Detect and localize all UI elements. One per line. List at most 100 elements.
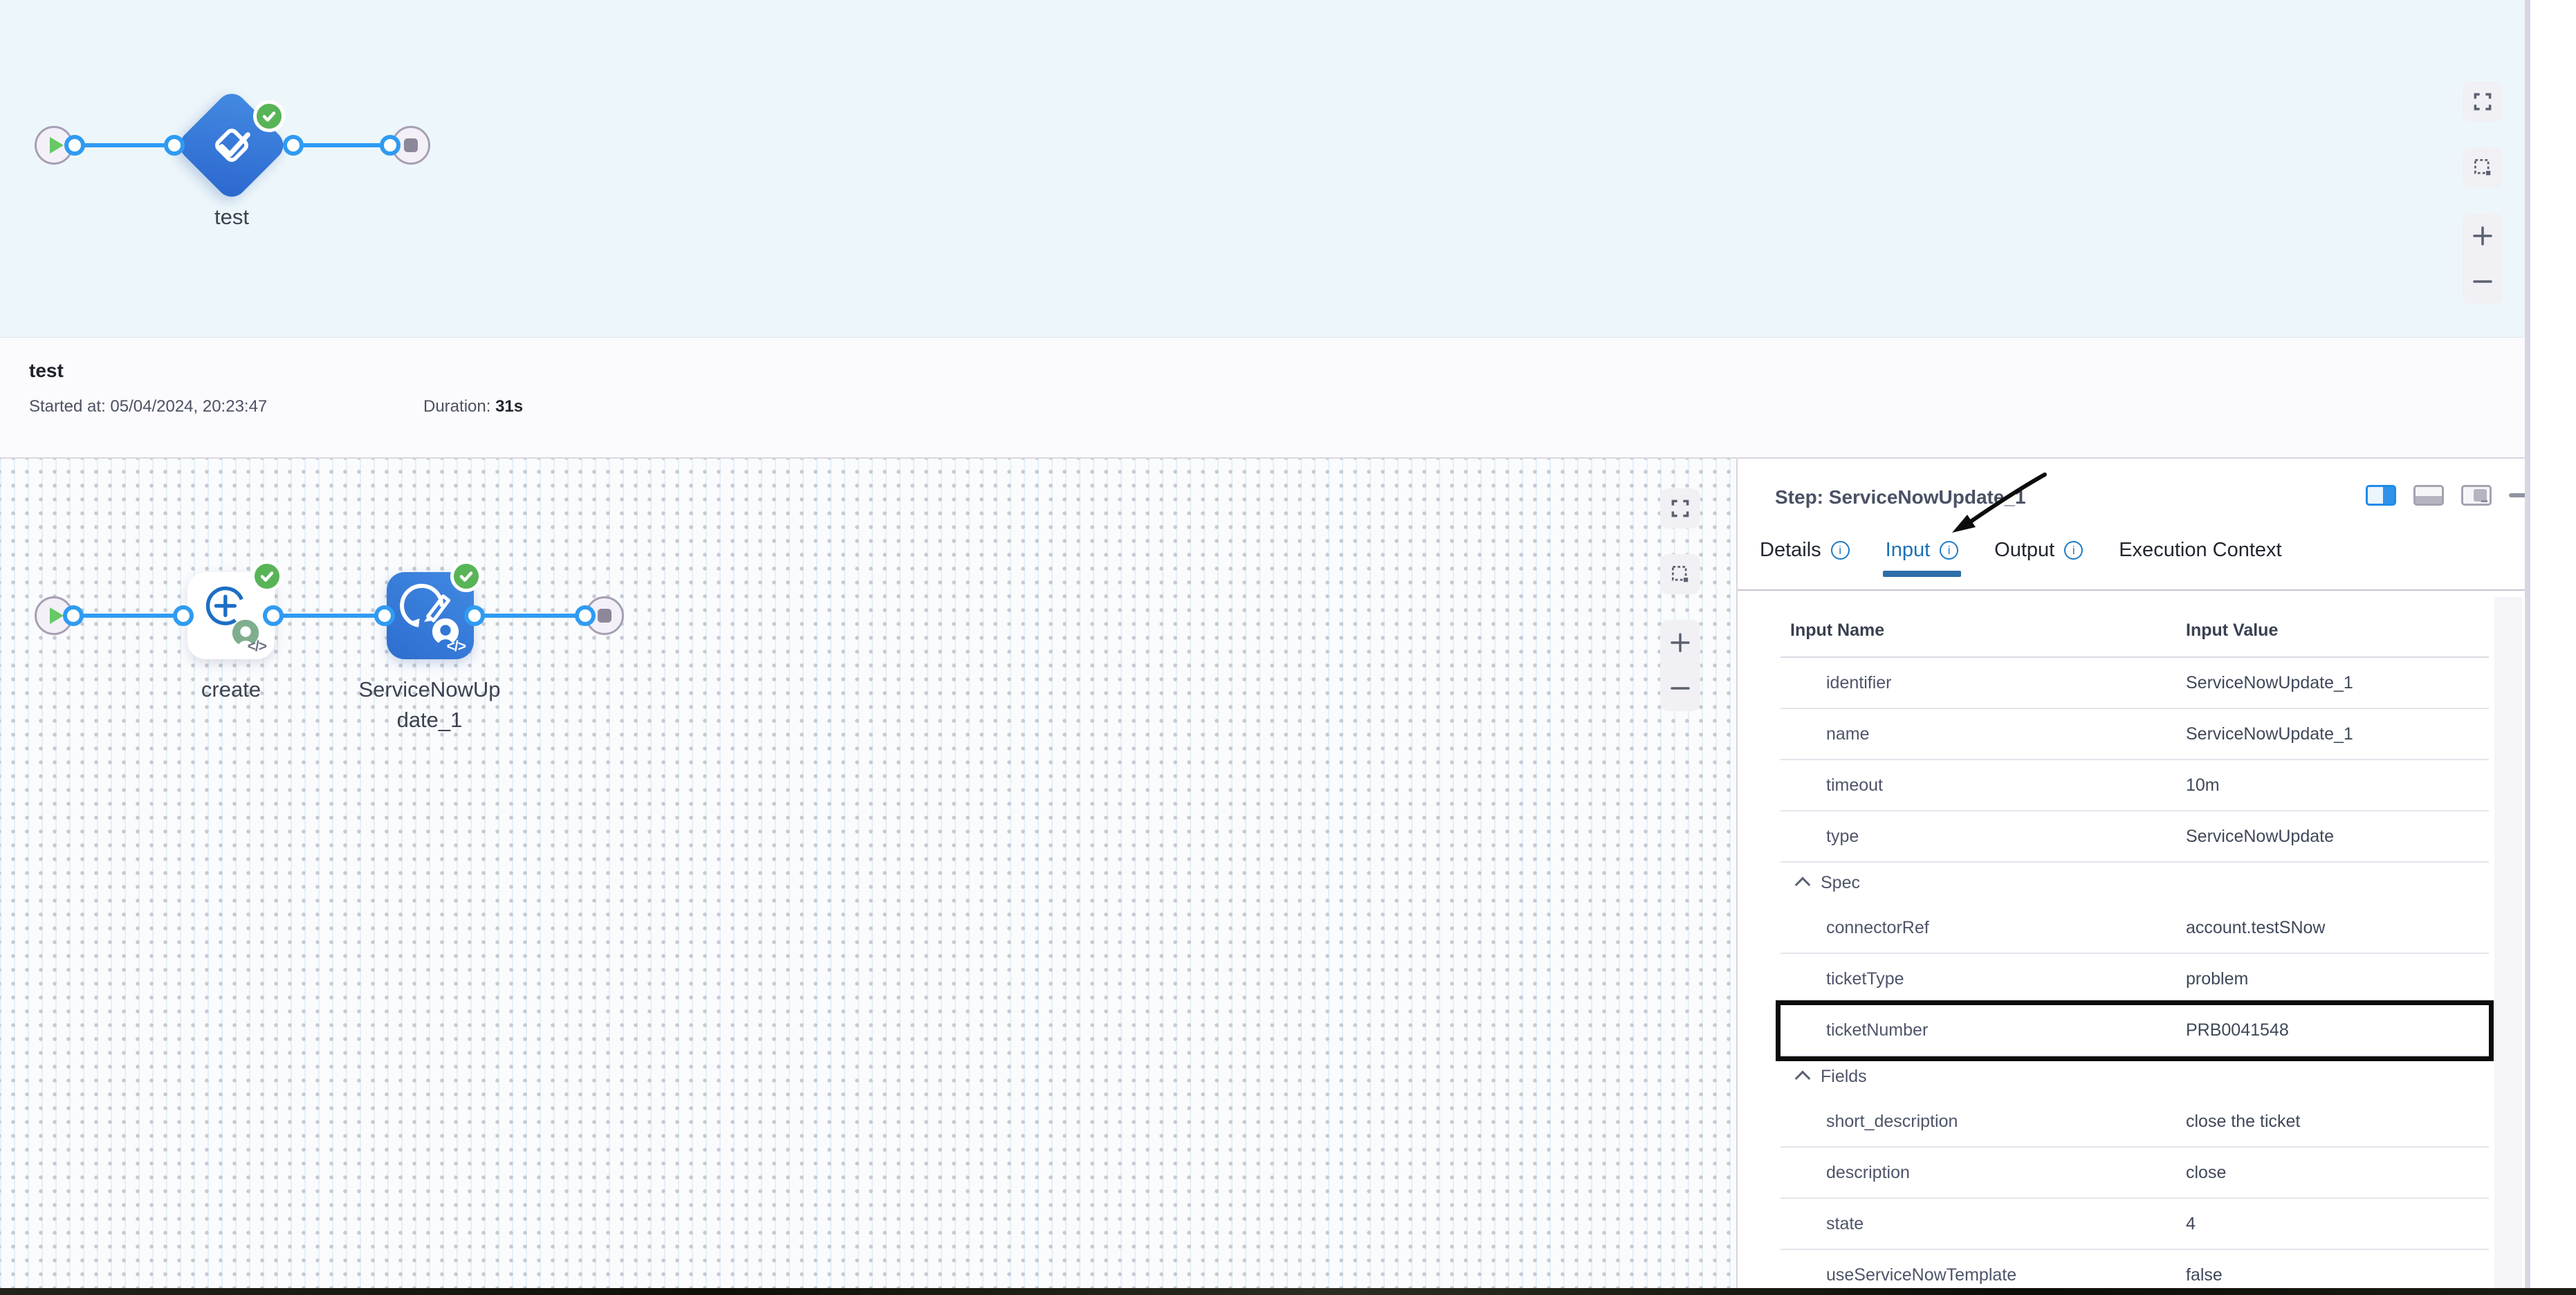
step-node-servicenowupdate[interactable]: </> [387,572,474,659]
step-details-panel: Step: ServiceNowUpdate_1 Details Input O… [1736,459,2525,1288]
step-node-create[interactable]: </> [187,572,275,659]
input-name: identifier [1826,673,1892,693]
input-name: description [1826,1163,1910,1183]
tab-details[interactable]: Details [1760,539,1850,577]
execution-graph-canvas[interactable]: </> </> [0,459,1736,1288]
zoom-out-icon[interactable] [1669,677,1691,699]
input-name: timeout [1826,775,1883,796]
input-value: 10m [2186,775,2220,796]
tab-execution-context[interactable]: Execution Context [2119,539,2281,577]
input-name: ticketType [1826,969,1904,989]
input-row-ticketType: ticketType problem [1781,954,2489,1005]
run-title: test [29,360,64,382]
panel-modal-layout-icon[interactable] [2461,485,2492,506]
success-check-icon [450,560,482,592]
input-row-state: state 4 [1781,1199,2489,1250]
input-name: connectorRef [1826,918,1929,938]
run-duration: Duration: 31s [423,397,523,416]
marquee-select-button[interactable] [1660,554,1700,594]
info-icon[interactable] [1831,541,1850,560]
section-label: Fields [1821,1067,1867,1087]
step-connector-line [66,614,581,618]
stage-approval-icon [202,116,261,175]
input-name: short_description [1826,1112,1958,1132]
input-row-ticketNumber: ticketNumberPRB0041548 [1781,1005,2489,1056]
input-row-timeout: timeout 10m [1781,760,2489,811]
zoom-controls [1660,620,1700,711]
panel-layout-controls [2366,485,2525,506]
zoom-out-icon[interactable] [2472,270,2494,293]
input-value: false [2186,1265,2223,1285]
connector-port [164,135,185,156]
table-header-row: Input Name Input Value [1781,612,2489,658]
desktop-edge-strip [0,1288,2576,1295]
input-row-short_description: short_description close the ticket [1781,1096,2489,1148]
input-value: close the ticket [2186,1112,2300,1132]
input-name: type [1826,827,1859,847]
column-header-input-name: Input Name [1790,621,1884,641]
input-value: ServiceNowUpdate_1 [2186,673,2353,693]
fullscreen-icon [2472,91,2493,112]
input-table: Input Name Input Value identifier Service… [1781,612,2489,1288]
input-name: name [1826,724,1870,744]
input-value: close [2186,1163,2226,1183]
connector-port [263,605,284,626]
pipeline-execution-page: test test Started at: 05/04/2024 [0,0,2576,1295]
right-gutter [2530,0,2576,1288]
connector-port [64,135,85,156]
chevron-up-icon[interactable] [1795,877,1811,893]
success-check-icon [251,560,283,592]
panel-scrollbar[interactable] [2494,597,2522,1288]
input-row-connectorRef: connectorRef account.testSNow [1781,903,2489,954]
column-header-input-value: Input Value [2186,621,2278,641]
code-icon: </> [447,639,466,655]
input-row-type: type ServiceNowUpdate [1781,811,2489,863]
fullscreen-button[interactable] [1660,488,1700,529]
panel-right-layout-icon[interactable] [2366,485,2396,506]
play-icon [50,607,64,624]
input-value: 4 [2186,1214,2196,1234]
input-value: ServiceNowUpdate [2186,827,2334,847]
tab-divider [1738,589,2525,591]
input-row-name: name ServiceNowUpdate_1 [1781,709,2489,760]
stop-icon [598,609,611,623]
input-row-identifier: identifier ServiceNowUpdate_1 [1781,658,2489,709]
section-label: Spec [1821,873,1860,893]
connector-port [283,135,304,156]
section-header-fields[interactable]: Fields [1781,1056,2489,1096]
stage-graph-canvas[interactable]: test [0,0,2525,337]
chevron-up-icon[interactable] [1795,1071,1811,1087]
section-header-spec[interactable]: Spec [1781,863,2489,903]
marquee-select-icon [1670,564,1691,585]
input-name: state [1826,1214,1864,1234]
connector-port [173,605,194,626]
input-row-description: description close [1781,1148,2489,1199]
input-value: ServiceNowUpdate_1 [2186,724,2353,744]
code-icon: </> [248,639,266,655]
input-name: ticketNumber [1826,1020,1928,1040]
step-label-create: create [162,674,300,705]
run-started-at: Started at: 05/04/2024, 20:23:47 [29,397,267,416]
connector-port [575,605,596,626]
step-label-servicenowupdate: ServiceNowUpdate_1 [357,674,502,735]
marquee-select-icon [2472,157,2493,178]
input-value: account.testSNow [2186,918,2326,938]
annotation-arrow [1909,457,2089,553]
fullscreen-icon [1670,498,1691,519]
panel-bottom-layout-icon[interactable] [2413,485,2444,506]
minimize-icon[interactable] [2509,493,2525,497]
connector-port [464,605,485,626]
stop-icon [404,138,418,152]
run-header: test Started at: 05/04/2024, 20:23:47 Du… [0,337,2525,459]
input-value: problem [2186,969,2248,989]
connector-port [63,605,84,626]
zoom-in-icon[interactable] [2472,225,2494,247]
zoom-in-icon[interactable] [1669,632,1691,654]
input-row-useServiceNowTemplate: useServiceNowTemplate false [1781,1250,2489,1288]
zoom-controls [2463,213,2503,304]
input-name: useServiceNowTemplate [1826,1265,2016,1285]
marquee-select-button[interactable] [2463,147,2503,187]
fullscreen-button[interactable] [2463,82,2503,122]
connector-port [380,135,401,156]
page-scrollbar-track[interactable] [2525,0,2530,1288]
